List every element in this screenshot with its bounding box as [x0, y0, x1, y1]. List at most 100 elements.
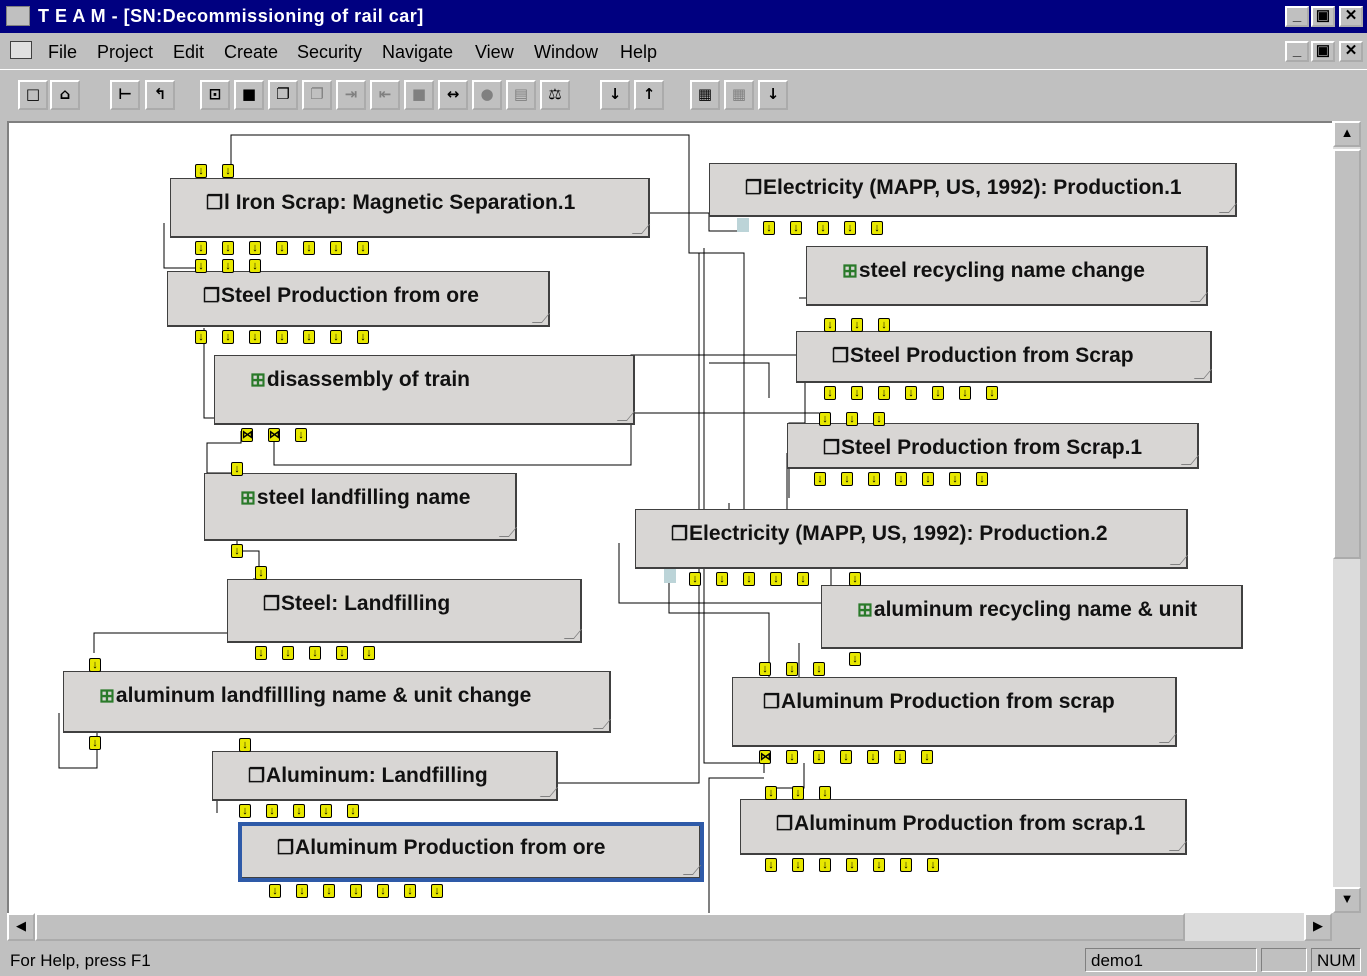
menu-window[interactable]: Window	[534, 42, 598, 63]
resize-grip[interactable]	[1189, 292, 1209, 302]
resize-grip[interactable]	[1180, 455, 1200, 465]
resize-grip[interactable]	[1158, 733, 1178, 743]
resize-grip[interactable]	[1193, 369, 1213, 379]
report-icon[interactable]: ▦	[690, 80, 720, 110]
node-steel-production-ore[interactable]: ❐Steel Production from ore	[167, 271, 551, 327]
resize-grip[interactable]	[531, 313, 551, 323]
menu-help[interactable]: Help	[620, 42, 657, 63]
tree-icon[interactable]: ⊢	[110, 80, 140, 110]
output-ports[interactable]: ↓	[849, 649, 876, 666]
menu-view[interactable]: View	[475, 42, 514, 63]
document-icon[interactable]	[10, 41, 32, 59]
doc-minimize-button[interactable]: _	[1285, 41, 1309, 62]
open-icon[interactable]: ⌂	[50, 80, 80, 110]
input-ports[interactable]: ↓ ↓ ↓	[759, 659, 840, 676]
block-icon[interactable]: ■	[404, 80, 434, 110]
output-ports[interactable]: ↓ ↓ ↓ ↓ ↓	[763, 218, 898, 235]
menu-edit[interactable]: Edit	[173, 42, 204, 63]
lock-down-icon[interactable]: ↓	[600, 80, 630, 110]
input-ports[interactable]: ↓ ↓	[195, 161, 249, 178]
span-icon[interactable]: ↔	[438, 80, 468, 110]
resize-grip[interactable]	[616, 411, 636, 421]
node-electricity-2[interactable]: ❐Electricity (MAPP, US, 1992): Productio…	[635, 509, 1189, 569]
input-ports[interactable]: ↓	[231, 459, 258, 476]
diagram-canvas[interactable]: ❐l Iron Scrap: Magnetic Separation.1 ❐El…	[7, 121, 1332, 913]
output-ports[interactable]: ↓ ↓ ↓ ↓ ↓	[239, 801, 374, 818]
node-aluminum-recycling-name[interactable]: ⊞aluminum recycling name & unit	[821, 585, 1243, 649]
module-icon[interactable]: ■	[234, 80, 264, 110]
port-connector[interactable]	[737, 218, 749, 232]
node-aluminum-landfilling-name[interactable]: ⊞aluminum landfillling name & unit chang…	[63, 671, 612, 733]
scroll-up-button[interactable]: ▲	[1333, 121, 1361, 147]
resize-grip[interactable]	[563, 629, 583, 639]
resize-grip[interactable]	[592, 719, 612, 729]
up-level-icon[interactable]: ↰	[145, 80, 175, 110]
output-ports[interactable]: ⋈ ↓ ↓ ↓ ↓ ↓ ↓	[759, 747, 948, 764]
new-icon[interactable]: □	[18, 80, 48, 110]
input-ports[interactable]: ↓	[239, 735, 266, 752]
resize-grip[interactable]	[1169, 555, 1189, 565]
scroll-left-button[interactable]: ◀	[7, 913, 35, 941]
output-ports[interactable]: ↓	[849, 569, 876, 586]
scroll-down-button[interactable]: ▼	[1333, 887, 1361, 913]
input-ports[interactable]: ↓ ↓ ↓	[195, 256, 276, 273]
output-ports[interactable]: ↓ ↓ ↓ ↓ ↓ ↓ ↓	[269, 881, 458, 898]
down-arrow-icon[interactable]: ↓	[758, 80, 788, 110]
step-in-icon[interactable]: ⇥	[336, 80, 366, 110]
menu-security[interactable]: Security	[297, 42, 362, 63]
node-steel-landfilling[interactable]: ❐Steel: Landfilling	[227, 579, 583, 643]
node-steel-production-scrap[interactable]: ❐Steel Production from Scrap	[796, 331, 1213, 383]
minimize-button[interactable]: _	[1285, 6, 1309, 27]
node-steel-landfilling-name[interactable]: ⊞steel landfilling name	[204, 473, 518, 541]
output-ports[interactable]: ↓ ↓ ↓ ↓ ↓ ↓ ↓	[824, 383, 1013, 400]
output-ports[interactable]: ↓ ↓ ↓ ↓ ↓ ↓ ↓	[814, 469, 1003, 486]
doc-restore-button[interactable]: ▣	[1311, 41, 1335, 62]
output-ports[interactable]: ↓ ↓ ↓ ↓ ↓ ↓ ↓	[765, 855, 954, 872]
group-disabled-icon[interactable]: ❐	[302, 80, 332, 110]
horizontal-scrollbar[interactable]: ◀ ▶	[7, 913, 1332, 941]
step-out-icon[interactable]: ⇤	[370, 80, 400, 110]
input-ports[interactable]: ↓ ↓ ↓	[824, 315, 905, 332]
port-connector[interactable]	[664, 569, 676, 583]
node-electricity-1[interactable]: ❐Electricity (MAPP, US, 1992): Productio…	[709, 163, 1238, 217]
input-ports[interactable]: ↓	[89, 655, 116, 672]
resize-grip[interactable]	[539, 787, 559, 797]
output-ports[interactable]: ↓	[89, 733, 116, 750]
table-icon[interactable]: ▤	[506, 80, 536, 110]
node-steel-recycling-name-change[interactable]: ⊞steel recycling name change	[806, 246, 1209, 306]
scale-icon[interactable]: ⚖	[540, 80, 570, 110]
node-aluminum-landfilling[interactable]: ❐Aluminum: Landfilling	[212, 751, 559, 801]
output-ports[interactable]: ⋈ ⋈ ↓	[241, 425, 322, 442]
node-aluminum-production-scrap-1[interactable]: ❐Aluminum Production from scrap.1	[740, 799, 1188, 855]
resize-grip[interactable]	[1168, 841, 1188, 851]
output-ports[interactable]: ↓ ↓ ↓ ↓ ↓ ↓ ↓	[195, 238, 384, 255]
horizontal-scroll-thumb[interactable]	[35, 913, 1185, 941]
doc-close-button[interactable]: ✕	[1339, 41, 1363, 62]
output-ports[interactable]: ↓ ↓ ↓ ↓ ↓	[689, 569, 824, 586]
menu-project[interactable]: Project	[97, 42, 153, 63]
output-ports[interactable]: ↓	[231, 541, 258, 558]
output-ports[interactable]: ↓ ↓ ↓ ↓ ↓	[255, 643, 390, 660]
vertical-scroll-thumb[interactable]	[1333, 149, 1361, 559]
close-button[interactable]: ✕	[1339, 6, 1363, 27]
node-disassembly-of-train[interactable]: ⊞disassembly of train	[214, 355, 636, 425]
process-icon[interactable]: ⊡	[200, 80, 230, 110]
input-ports[interactable]: ↓ ↓ ↓	[819, 409, 900, 426]
node-aluminum-production-scrap[interactable]: ❐Aluminum Production from scrap	[732, 677, 1178, 747]
menu-navigate[interactable]: Navigate	[382, 42, 453, 63]
input-ports[interactable]: ↓	[255, 563, 282, 580]
vertical-scrollbar[interactable]: ▲ ▼	[1332, 121, 1361, 913]
menu-create[interactable]: Create	[224, 42, 278, 63]
group-icon[interactable]: ❐	[268, 80, 298, 110]
node-iron-scrap[interactable]: ❐l Iron Scrap: Magnetic Separation.1	[170, 178, 651, 238]
app-icon[interactable]	[6, 6, 30, 26]
node-aluminum-production-ore[interactable]: ❐Aluminum Production from ore	[238, 822, 704, 882]
resize-grip[interactable]	[498, 527, 518, 537]
resize-grip[interactable]	[682, 865, 702, 875]
scroll-right-button[interactable]: ▶	[1304, 913, 1332, 941]
maximize-button[interactable]: ▣	[1311, 6, 1335, 27]
output-ports[interactable]: ↓ ↓ ↓ ↓ ↓ ↓ ↓	[195, 327, 384, 344]
input-ports[interactable]: ↓ ↓ ↓	[765, 783, 846, 800]
lock-up-icon[interactable]: ↑	[634, 80, 664, 110]
node-steel-production-scrap-1[interactable]: ❐Steel Production from Scrap.1	[787, 423, 1200, 469]
